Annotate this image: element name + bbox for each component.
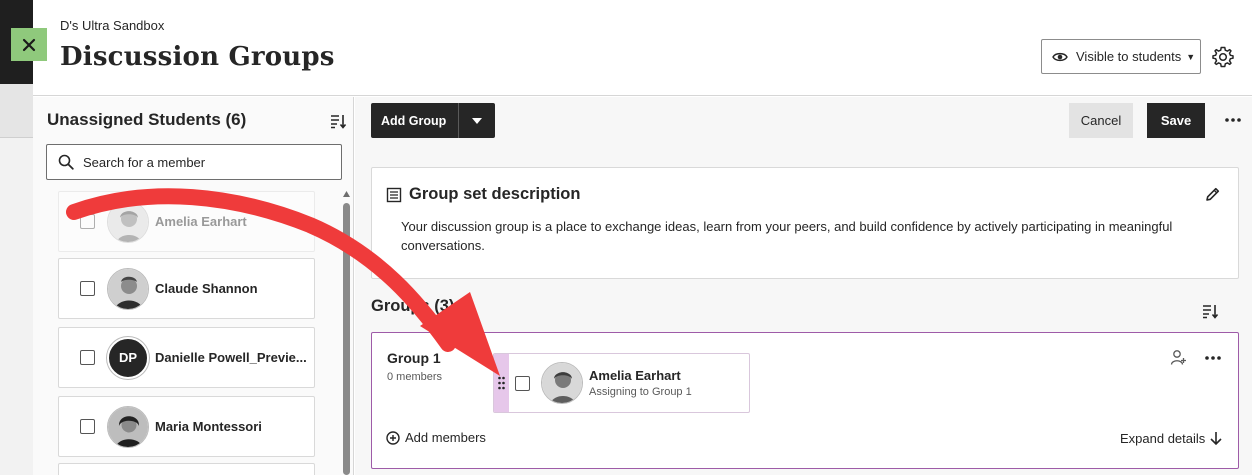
- student-checkbox[interactable]: [80, 419, 95, 434]
- student-name: Maria Montessori: [155, 419, 262, 434]
- visibility-dropdown[interactable]: Visible to students ▼: [1041, 39, 1201, 74]
- expand-details-button[interactable]: Expand details: [1120, 430, 1224, 446]
- group-more-options-icon[interactable]: [1203, 348, 1223, 368]
- student-item-amelia-earhart[interactable]: Amelia Earhart: [58, 191, 315, 252]
- group-card-group-1: Group 1 0 members Amelia Earhart Assigni…: [371, 332, 1239, 469]
- member-status: Assigning to Group 1: [589, 386, 692, 398]
- pencil-icon[interactable]: [1204, 186, 1221, 203]
- panel-header: D's Ultra Sandbox Discussion Groups Visi…: [33, 0, 1252, 96]
- student-checkbox[interactable]: [80, 281, 95, 296]
- course-name: D's Ultra Sandbox: [60, 18, 165, 33]
- background-page: [0, 0, 33, 475]
- group-member-count: 0 members: [387, 371, 443, 383]
- student-item-claude-shannon[interactable]: Claude Shannon: [58, 258, 315, 319]
- add-group-options-button[interactable]: [459, 103, 495, 138]
- description-icon: [386, 187, 402, 203]
- visibility-label: Visible to students: [1076, 49, 1182, 64]
- member-search[interactable]: [46, 144, 342, 180]
- close-panel-button[interactable]: [11, 28, 47, 61]
- more-options-icon[interactable]: [1223, 110, 1243, 130]
- background-stripe: [0, 84, 33, 138]
- student-item-danielle-powell[interactable]: DP Danielle Powell_Previe...: [58, 327, 315, 388]
- gear-icon[interactable]: [1211, 45, 1235, 69]
- avatar: [107, 405, 149, 448]
- avatar: [107, 267, 149, 310]
- search-icon: [58, 154, 74, 170]
- close-icon: [22, 38, 36, 51]
- avatar: [541, 362, 583, 404]
- member-name: Amelia Earhart: [589, 368, 681, 383]
- description-text: Your discussion group is a place to exch…: [401, 219, 1173, 253]
- description-title: Group set description: [409, 185, 581, 203]
- expand-details-label: Expand details: [1120, 430, 1206, 446]
- discussion-groups-panel: D's Ultra Sandbox Discussion Groups Visi…: [33, 0, 1252, 475]
- group-name[interactable]: Group 1: [387, 350, 441, 366]
- groups-title: Groups (3): [371, 297, 455, 315]
- student-name: Claude Shannon: [155, 281, 258, 296]
- student-checkbox[interactable]: [80, 214, 95, 229]
- member-checkbox[interactable]: [515, 375, 530, 391]
- avatar: [107, 200, 149, 243]
- cancel-button[interactable]: Cancel: [1069, 103, 1133, 138]
- student-name: Danielle Powell_Previe...: [155, 350, 307, 365]
- drag-handle-icon[interactable]: [494, 354, 509, 412]
- add-person-icon[interactable]: [1170, 349, 1187, 366]
- sort-icon[interactable]: [329, 112, 347, 130]
- plus-circle-icon: [386, 430, 400, 445]
- page-title: Discussion Groups: [60, 42, 335, 72]
- dragging-member-card[interactable]: Amelia Earhart Assigning to Group 1: [493, 353, 750, 413]
- save-button[interactable]: Save: [1147, 103, 1205, 138]
- add-members-button[interactable]: Add members: [386, 430, 486, 445]
- group-set-description-card: Group set description Your discussion gr…: [371, 167, 1239, 279]
- add-group-button[interactable]: Add Group: [371, 103, 460, 138]
- unassigned-students-column: Unassigned Students (6) Amelia: [33, 97, 354, 475]
- student-item-partial[interactable]: [58, 463, 315, 475]
- student-item-maria-montessori[interactable]: Maria Montessori: [58, 396, 315, 457]
- add-members-label: Add members: [405, 430, 486, 445]
- unassigned-students-title: Unassigned Students (6): [47, 110, 247, 129]
- scroll-up-icon[interactable]: [342, 189, 351, 199]
- scrollbar-thumb[interactable]: [343, 203, 350, 475]
- student-checkbox[interactable]: [80, 350, 95, 365]
- groups-column: Add Group Cancel Save Group set descript…: [355, 97, 1252, 475]
- search-input[interactable]: [83, 154, 323, 170]
- arrow-down-icon: [1210, 432, 1222, 446]
- caret-down-icon: [472, 117, 483, 124]
- student-list-scrollbar[interactable]: [342, 189, 351, 475]
- avatar-initials: DP: [107, 336, 149, 379]
- add-group-split-button: Add Group: [371, 103, 496, 138]
- eye-icon: [1052, 52, 1068, 61]
- member-info: Amelia Earhart Assigning to Group 1: [589, 368, 692, 398]
- sort-icon[interactable]: [1201, 302, 1219, 320]
- student-name: Amelia Earhart: [155, 214, 247, 229]
- chevron-down-icon: ▼: [1186, 51, 1196, 62]
